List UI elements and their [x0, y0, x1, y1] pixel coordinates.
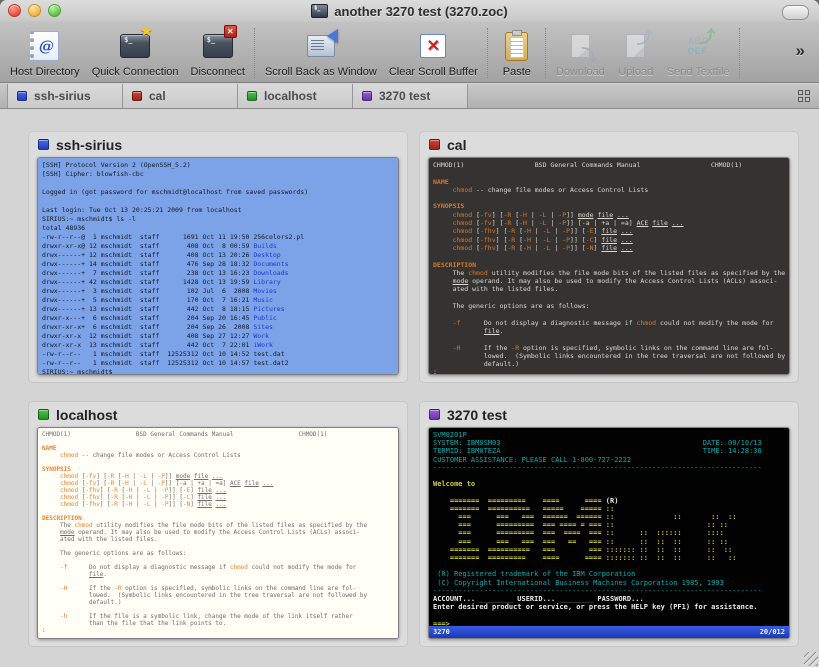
- session-color-icon: [38, 409, 49, 420]
- quick-connection-button[interactable]: ★ Quick Connection: [86, 28, 185, 78]
- pane-title: localhost: [56, 407, 117, 423]
- tab-cal[interactable]: cal: [123, 84, 238, 108]
- status-cursor-position: 20/012: [760, 628, 785, 636]
- scroll-back-as-window-button[interactable]: Scroll Back as Window: [259, 28, 383, 78]
- pane-title: 3270 test: [447, 407, 507, 423]
- scroll-back-icon: [302, 28, 340, 64]
- clear-scroll-buffer-icon: [414, 28, 452, 64]
- send-textfile-button[interactable]: ABCDEF ⤴ Send Textfile: [661, 28, 736, 78]
- pane-header: ssh-sirius: [29, 132, 407, 157]
- host-directory-button[interactable]: Host Directory: [4, 28, 86, 78]
- disconnect-button[interactable]: ✕ Disconnect: [185, 28, 251, 78]
- pane-header: localhost: [29, 402, 407, 427]
- download-button[interactable]: ⤵ Download: [550, 28, 611, 78]
- close-button[interactable]: [8, 4, 21, 17]
- pane-title: ssh-sirius: [56, 137, 122, 153]
- session-color-icon: [429, 139, 440, 150]
- toolbar-separator: [739, 28, 741, 78]
- toolbar-overflow-chevron[interactable]: »: [788, 41, 813, 61]
- window-chrome: another 3270 test (3270.zoc) Host Direct…: [0, 0, 819, 83]
- terminal-3270-screen: SVM0201PSYSTEM: IBM0SM03 DATE: 09/10/13T…: [429, 428, 789, 626]
- terminal-cal[interactable]: CHMOD(1) BSD General Commands Manual CHM…: [429, 158, 789, 374]
- session-color-icon: [38, 139, 49, 150]
- upload-button[interactable]: ⤴ Upload: [611, 28, 661, 78]
- paste-button[interactable]: Paste: [492, 28, 542, 78]
- session-color-icon: [247, 91, 257, 101]
- tab-3270-test[interactable]: 3270 test: [353, 84, 468, 108]
- send-textfile-icon: ABCDEF ⤴: [679, 28, 717, 64]
- upload-icon: ⤴: [617, 28, 655, 64]
- pane-3270-test: 3270 test SVM0201PSYSTEM: IBM0SM03 DATE:…: [419, 401, 799, 647]
- clear-scroll-buffer-button[interactable]: Clear Scroll Buffer: [383, 28, 484, 78]
- session-color-icon: [362, 91, 372, 101]
- tab-ssh-sirius[interactable]: ssh-sirius: [7, 84, 123, 108]
- quick-connection-icon: ★: [116, 28, 154, 64]
- tile-view-grid-icon[interactable]: [798, 90, 810, 102]
- status-session-label: 3270: [433, 628, 450, 636]
- send-arrow-icon: ⤴: [699, 23, 715, 47]
- window-resize-grip[interactable]: [804, 652, 818, 666]
- terminal-status-bar: 3270 20/012: [429, 626, 789, 638]
- session-color-icon: [429, 409, 440, 420]
- minimize-button[interactable]: [28, 4, 41, 17]
- terminal-3270[interactable]: SVM0201PSYSTEM: IBM0SM03 DATE: 09/10/13T…: [429, 428, 789, 638]
- pane-ssh-sirius: ssh-sirius [SSH] Protocol Version 2 (Ope…: [28, 131, 408, 383]
- session-color-icon: [132, 91, 142, 101]
- toolbar-toggle-pill[interactable]: [782, 5, 809, 20]
- window-title-text: another 3270 test (3270.zoc): [334, 4, 507, 19]
- toolbar-separator: [545, 28, 547, 78]
- back-triangle-icon: [327, 29, 338, 43]
- terminal-frame: CHMOD(1) BSD General Commands Manual CHM…: [37, 427, 399, 639]
- pane-title: cal: [447, 137, 466, 153]
- tab-localhost[interactable]: localhost: [238, 84, 353, 108]
- app-window: another 3270 test (3270.zoc) Host Direct…: [0, 0, 819, 667]
- pane-header: 3270 test: [420, 402, 798, 427]
- download-icon: ⤵: [561, 28, 599, 64]
- paste-clipboard-icon: [498, 28, 536, 64]
- toolbar: Host Directory ★ Quick Connection ✕ Disc…: [0, 22, 819, 82]
- zoom-button[interactable]: [48, 4, 61, 17]
- disconnect-icon: ✕: [199, 28, 237, 64]
- host-directory-icon: [26, 28, 64, 64]
- tab-bar: ssh-sirius cal localhost 3270 test: [0, 84, 819, 109]
- pane-header: cal: [420, 132, 798, 157]
- down-arrow-icon: ⤵: [581, 42, 597, 66]
- terminal-frame: SVM0201PSYSTEM: IBM0SM03 DATE: 09/10/13T…: [428, 427, 790, 639]
- star-icon: ★: [140, 26, 153, 38]
- traffic-lights: [8, 4, 61, 17]
- close-x-icon: ✕: [224, 25, 237, 38]
- terminal-window-icon: [311, 4, 328, 18]
- toolbar-separator: [254, 28, 256, 78]
- terminal-frame: [SSH] Protocol Version 2 (OpenSSH_5.2)[S…: [37, 157, 399, 375]
- session-color-icon: [17, 91, 27, 101]
- terminal-ssh-sirius[interactable]: [SSH] Protocol Version 2 (OpenSSH_5.2)[S…: [38, 158, 398, 374]
- up-arrow-icon: ⤴: [637, 24, 653, 48]
- pane-localhost: localhost CHMOD(1) BSD General Commands …: [28, 401, 408, 647]
- terminal-frame: CHMOD(1) BSD General Commands Manual CHM…: [428, 157, 790, 375]
- titlebar: another 3270 test (3270.zoc): [0, 0, 819, 22]
- terminal-localhost[interactable]: CHMOD(1) BSD General Commands Manual CHM…: [38, 428, 398, 638]
- pane-cal: cal CHMOD(1) BSD General Commands Manual…: [419, 131, 799, 383]
- window-title: another 3270 test (3270.zoc): [311, 4, 507, 19]
- toolbar-separator: [487, 28, 489, 78]
